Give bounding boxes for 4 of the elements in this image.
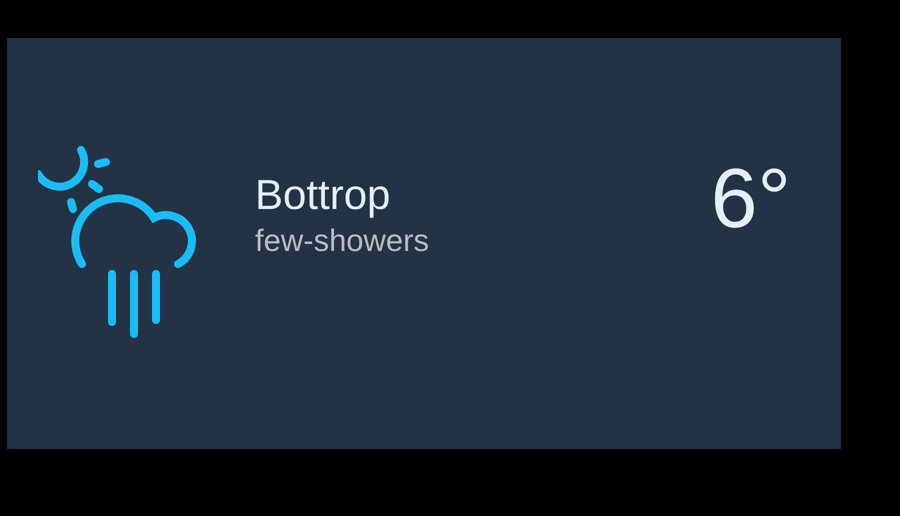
city-name: Bottrop [255,170,392,220]
weather-condition: few-showers [255,222,430,260]
cloud-rain-sun-icon [38,146,198,341]
temperature: 6° [710,150,791,247]
